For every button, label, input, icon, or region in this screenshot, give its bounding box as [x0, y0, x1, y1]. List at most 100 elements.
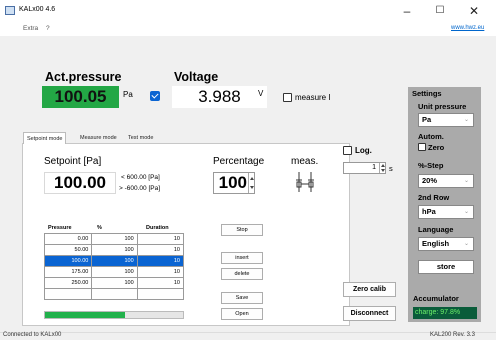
autom-label: Autom. [418, 132, 444, 141]
log-label: Log. [355, 146, 372, 155]
spinner-arrows-icon [250, 177, 254, 189]
save-button[interactable]: Save [221, 292, 263, 304]
setpoint-max-limit: < 600.00 [Pa] [121, 174, 160, 181]
column-header-duration: Duration [146, 225, 169, 231]
step-select[interactable]: 20% ⌄ [418, 174, 474, 188]
step-value: 20% [422, 176, 438, 185]
maximize-button[interactable]: ☐ [425, 2, 455, 20]
menu-bar [0, 22, 496, 36]
pressure-value: 100.05 [42, 86, 119, 108]
table-row[interactable]: 250.00 100 10 [45, 278, 183, 289]
voltage-checkbox[interactable] [150, 91, 160, 101]
table-cell[interactable]: 0.00 [45, 234, 93, 244]
unit-pressure-select[interactable]: Pa ⌄ [418, 113, 474, 127]
table-cell[interactable] [45, 289, 93, 299]
table-body: 0.00 100 10 50.00 100 10 100.00 100 10 175.00 100 1… [44, 233, 184, 300]
table-cell[interactable]: 10 [138, 267, 183, 277]
unit-pressure-value: Pa [422, 115, 432, 124]
log-interval-spinner[interactable] [379, 163, 386, 173]
stop-button[interactable]: Stop [221, 224, 263, 236]
pressure-unit: Pa [123, 90, 133, 99]
tab-setpoint-mode[interactable]: Setpoint mode [23, 132, 67, 144]
table-row-empty[interactable] [45, 289, 183, 300]
zero-checkbox[interactable] [418, 143, 426, 151]
pressure-label: Act.pressure [45, 70, 122, 84]
percentage-spinner[interactable] [248, 173, 255, 193]
chevron-down-icon: ⌄ [463, 178, 469, 184]
connection-status: Connected to KALx00 [3, 332, 62, 338]
delete-button[interactable]: delete [221, 268, 263, 280]
column-header-percent: % [97, 225, 102, 231]
website-link[interactable]: www.hwz.eu [451, 25, 484, 31]
tab-test-mode[interactable]: Test mode [125, 132, 156, 144]
disconnect-button[interactable]: Disconnect [343, 306, 396, 321]
unit-pressure-label: Unit pressure [418, 102, 467, 111]
measure-i-checkbox[interactable] [283, 93, 292, 102]
table-header: Pressure % Duration [44, 224, 184, 233]
table-cell[interactable]: 100 [92, 278, 138, 288]
device-revision: KAL200 Rev. 3.3 [430, 332, 475, 338]
table-cell[interactable] [92, 289, 138, 299]
table-cell[interactable]: 100 [92, 245, 138, 255]
setpoint-min-limit: > -600.00 [Pa] [119, 185, 161, 192]
language-label: Language [418, 225, 454, 234]
table-cell[interactable]: 10 [138, 234, 183, 244]
accumulator-label: Accumulator [413, 294, 459, 303]
log-interval-unit: s [389, 164, 393, 173]
settings-title: Settings [412, 89, 442, 98]
step-label: %-Step [418, 161, 444, 170]
open-button[interactable]: Open [221, 308, 263, 320]
measure-i-label: measure I [295, 93, 331, 102]
column-header-pressure: Pressure [48, 225, 72, 231]
tab-measure-mode[interactable]: Measure mode [77, 132, 120, 144]
table-cell[interactable]: 175.00 [45, 267, 93, 277]
table-cell[interactable]: 100 [92, 267, 138, 277]
chevron-down-icon: ⌄ [463, 117, 469, 123]
table-cell[interactable]: 100 [92, 256, 138, 266]
store-button[interactable]: store [418, 260, 474, 274]
menu-extra[interactable]: Extra [23, 25, 38, 32]
setpoint-label: Setpoint [Pa] [44, 156, 102, 167]
table-cell[interactable]: 10 [138, 245, 183, 255]
table-cell[interactable]: 100 [92, 234, 138, 244]
percentage-label: Percentage [213, 156, 265, 167]
sequence-table: Pressure % Duration 0.00 100 10 50.00 100 10 1… [44, 224, 184, 300]
setpoint-input[interactable]: 100.00 [44, 172, 116, 194]
menu-help[interactable]: ? [46, 25, 50, 32]
language-select[interactable]: English ⌄ [418, 237, 474, 251]
voltage-unit: V [258, 89, 264, 98]
spinner-arrows-icon [381, 164, 385, 172]
table-cell[interactable]: 100.00 [45, 256, 93, 266]
table-cell[interactable] [138, 289, 183, 299]
chevron-down-icon: ⌄ [463, 209, 469, 215]
table-cell[interactable]: 10 [138, 256, 183, 266]
close-button[interactable]: ✕ [459, 2, 489, 20]
table-row[interactable]: 100.00 100 10 [45, 256, 183, 267]
voltage-value: 3.988 [172, 86, 267, 108]
valve-icon[interactable] [294, 170, 316, 194]
language-value: English [422, 239, 450, 248]
table-row[interactable]: 50.00 100 10 [45, 245, 183, 256]
table-row[interactable]: 0.00 100 10 [45, 234, 183, 245]
chevron-down-icon: ⌄ [463, 241, 469, 247]
second-row-label: 2nd Row [418, 193, 450, 202]
second-row-value: hPa [422, 207, 436, 216]
table-cell[interactable]: 250.00 [45, 278, 93, 288]
log-checkbox[interactable] [343, 146, 352, 155]
zero-calib-button[interactable]: Zero calib [343, 282, 396, 297]
meas-label: meas. [291, 156, 319, 167]
table-cell[interactable]: 10 [138, 278, 183, 288]
table-cell[interactable]: 50.00 [45, 245, 93, 255]
table-row[interactable]: 175.00 100 10 [45, 267, 183, 278]
charge-indicator: charge: 97.8% [413, 307, 477, 319]
minimize-button[interactable]: – [392, 2, 422, 20]
window-title: KALx00 4.6 [19, 6, 56, 13]
status-bar [0, 332, 496, 340]
voltage-label: Voltage [174, 70, 219, 84]
progress-fill [45, 312, 126, 318]
insert-button[interactable]: insert [221, 252, 263, 264]
second-row-select[interactable]: hPa ⌄ [418, 205, 474, 219]
progress-bar [44, 311, 184, 319]
app-icon [5, 6, 15, 15]
zero-label: Zero [428, 143, 445, 152]
